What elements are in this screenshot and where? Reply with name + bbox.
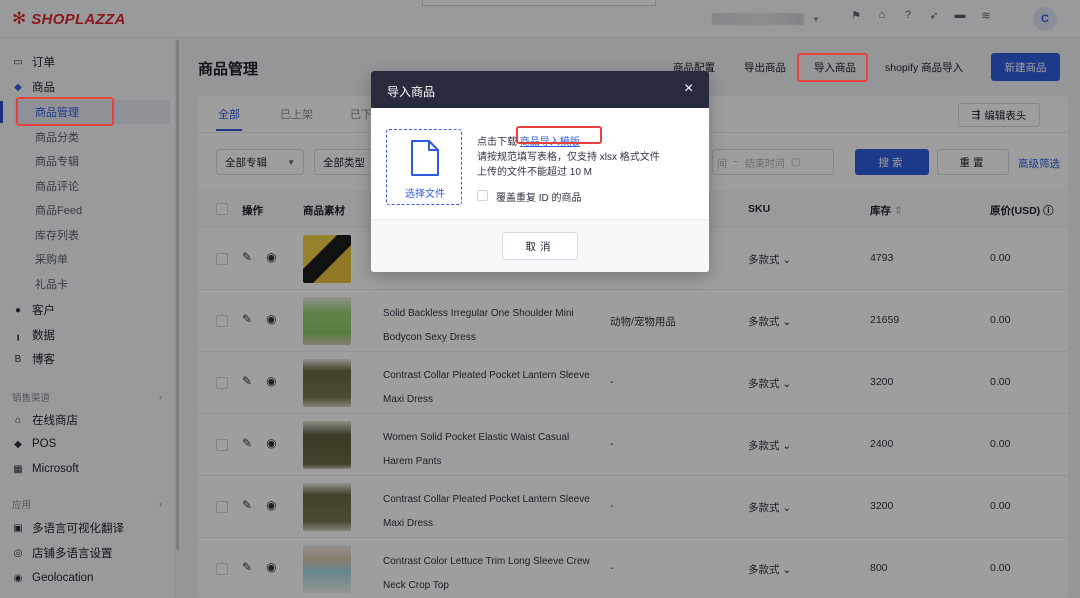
overwrite-duplicate-checkbox[interactable]: [477, 190, 488, 201]
file-icon: [411, 140, 439, 176]
annotation-highlight-product-management: [16, 97, 114, 126]
overwrite-duplicate-label[interactable]: 覆盖重复 ID 的商品: [496, 189, 582, 204]
annotation-highlight-import-products: [797, 53, 868, 82]
close-icon[interactable]: ×: [684, 80, 693, 98]
format-hint: 请按规范填写表格，仅支持 xlsx 格式文件: [477, 152, 660, 163]
dialog-header: 导入商品 ×: [371, 71, 709, 108]
cancel-button[interactable]: 取消: [502, 232, 578, 260]
select-file-label: 选择文件: [405, 189, 445, 200]
annotation-highlight-template-link: [516, 126, 602, 144]
dialog-title: 导入商品: [387, 85, 436, 99]
size-hint: 上传的文件不能超过 10 M: [477, 167, 593, 178]
select-file-dropzone[interactable]: 选择文件: [386, 129, 462, 205]
import-products-dialog: 导入商品 × 选择文件 点击下载 商品导入模版 请按规范填写表格，仅支持 xls…: [371, 71, 709, 272]
dialog-footer: 取消: [371, 219, 709, 272]
